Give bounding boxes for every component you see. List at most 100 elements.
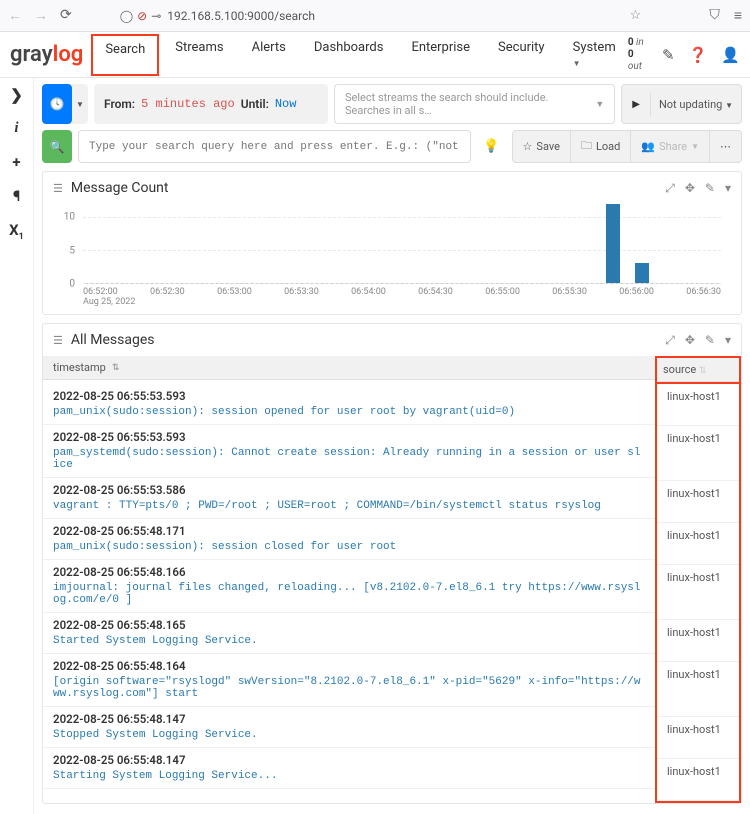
log-source-cell: linux-host1 (657, 565, 739, 620)
log-source-cell: linux-host1 (657, 481, 739, 523)
x-tick: 06:53:00 (217, 287, 252, 297)
browser-toolbar: ← → ⟳ ◯ ⊘ ⊸ 192.168.5.100:9000/search ☆ … (0, 0, 750, 32)
chevron-down-icon: ▼ (595, 99, 604, 110)
chart-bar[interactable] (635, 263, 649, 283)
left-rail: ❯ i + ¶ X1 (0, 78, 34, 814)
shield-icon[interactable]: ◯ (120, 9, 133, 23)
log-timestamp: 2022-08-25 06:55:48.147 (53, 753, 645, 767)
lock-broken-icon[interactable]: ⊘ (137, 9, 147, 23)
widget-title: All Messages (71, 332, 665, 348)
forward-icon[interactable]: → (34, 7, 48, 24)
help-icon[interactable]: ❓ (689, 46, 708, 64)
widget-caret-icon[interactable]: ▾ (725, 181, 731, 196)
log-row[interactable]: 2022-08-25 06:55:48.165Started System Lo… (43, 613, 655, 654)
fullscreen-icon[interactable]: ✥ (685, 181, 695, 196)
log-row[interactable]: 2022-08-25 06:55:48.147 Starting System L… (43, 748, 655, 789)
log-source-cell: linux-host1 (657, 759, 739, 801)
log-message: Stopped System Logging Service. (53, 729, 645, 741)
logo[interactable]: graylog (10, 42, 83, 67)
tab-alerts[interactable]: Alerts (240, 34, 298, 76)
menu-icon[interactable]: ≡ (734, 7, 742, 24)
log-row[interactable]: 2022-08-25 06:55:48.171pam_unix(sudo:ses… (43, 519, 655, 560)
log-source-cell: linux-host1 (657, 384, 739, 426)
user-icon[interactable]: 👤 (721, 46, 740, 64)
tab-security[interactable]: Security (486, 34, 557, 76)
focus-icon[interactable]: ⤢ (665, 181, 675, 196)
x-tick: 06:53:30 (284, 287, 319, 297)
edit-icon[interactable]: ✎ (662, 46, 675, 64)
tab-dashboards[interactable]: Dashboards (302, 34, 396, 76)
action-group: ☆Save 🗀Load 👥Share▼ ⋯ (512, 130, 742, 163)
edit-widget-icon[interactable]: ✎ (705, 181, 715, 196)
paragraph-icon[interactable]: ¶ (13, 187, 20, 205)
log-source-cell: linux-host1 (657, 426, 739, 481)
x-tick: 06:52:00 (83, 287, 118, 297)
log-row[interactable]: 2022-08-25 06:55:48.164 [origin software=… (43, 654, 655, 707)
chevron-right-icon[interactable]: ❯ (10, 86, 23, 104)
tab-search[interactable]: Search (91, 34, 159, 76)
update-button[interactable]: ▶ Not updating ▼ (621, 84, 742, 124)
col-timestamp[interactable]: timestamp⇅ (43, 356, 655, 379)
more-button[interactable]: ⋯ (710, 131, 741, 162)
back-icon[interactable]: ← (8, 7, 22, 24)
save-button[interactable]: ☆Save (513, 131, 571, 162)
x-tick: 06:54:00 (351, 287, 386, 297)
shield-outline-icon[interactable]: ⛉ (709, 7, 720, 24)
drag-handle-icon[interactable]: ☰ (53, 182, 63, 195)
reload-icon[interactable]: ⟳ (60, 7, 72, 24)
search-button[interactable]: 🔍 (42, 130, 72, 163)
star-icon[interactable]: ☆ (630, 8, 642, 23)
y-tick: 0 (69, 279, 75, 290)
y-tick: 10 (64, 212, 75, 223)
fullscreen-icon[interactable]: ✥ (685, 333, 695, 348)
key-icon[interactable]: ⊸ (151, 9, 161, 23)
time-caret[interactable]: ▼ (72, 84, 88, 124)
x-tick: 06:55:30 (552, 287, 587, 297)
log-timestamp: 2022-08-25 06:55:48.165 (53, 618, 645, 632)
log-timestamp: 2022-08-25 06:55:48.171 (53, 524, 645, 538)
log-message: Starting System Logging Service... (53, 770, 645, 782)
tab-system[interactable]: System (561, 34, 628, 76)
widget-all-messages: ☰ All Messages ⤢ ✥ ✎ ▾ timestamp⇅ (42, 323, 742, 804)
subscript-icon[interactable]: X1 (9, 221, 24, 242)
time-range[interactable]: From: 5 minutes ago Until: Now (94, 84, 328, 124)
log-message: vagrant : TTY=pts/0 ; PWD=/root ; USER=r… (53, 500, 645, 512)
tab-streams[interactable]: Streams (163, 34, 235, 76)
log-row[interactable]: 2022-08-25 06:55:53.593pam_systemd(sudo:… (43, 425, 655, 478)
load-button[interactable]: 🗀Load (571, 131, 631, 162)
query-input[interactable] (78, 130, 471, 163)
plus-icon[interactable]: + (12, 153, 20, 171)
log-row[interactable]: 2022-08-25 06:55:53.593pam_unix(sudo:ses… (43, 384, 655, 425)
col-source[interactable]: source ⇅ (657, 358, 739, 381)
chevron-down-icon: ▼ (725, 101, 733, 110)
log-source-cell: linux-host1 (657, 717, 739, 759)
share-button[interactable]: 👥Share▼ (631, 131, 710, 162)
widget-title: Message Count (71, 180, 665, 196)
nav-tabs: Search Streams Alerts Dashboards Enterpr… (91, 34, 627, 76)
edit-widget-icon[interactable]: ✎ (705, 333, 715, 348)
chart: 0510 06:52:0006:52:3006:53:0006:53:3006:… (43, 204, 741, 314)
widget-caret-icon[interactable]: ▾ (725, 333, 731, 348)
log-timestamp: 2022-08-25 06:55:48.164 (53, 659, 645, 673)
app-header: graylog Search Streams Alerts Dashboards… (0, 32, 750, 78)
bulb-icon[interactable]: 💡 (477, 139, 505, 154)
log-timestamp: 2022-08-25 06:55:48.147 (53, 712, 645, 726)
url-text[interactable]: 192.168.5.100:9000/search (167, 9, 315, 23)
log-timestamp: 2022-08-25 06:55:53.586 (53, 483, 645, 497)
tab-enterprise[interactable]: Enterprise (399, 34, 482, 76)
y-tick: 5 (69, 245, 75, 256)
stream-select[interactable]: Select streams the search should include… (334, 84, 615, 124)
log-row[interactable]: 2022-08-25 06:55:48.166imjournal: journa… (43, 560, 655, 613)
log-row[interactable]: 2022-08-25 06:55:53.586 vagrant : TTY=pts… (43, 478, 655, 519)
focus-icon[interactable]: ⤢ (665, 333, 675, 348)
play-icon[interactable]: ▶ (622, 93, 651, 116)
time-icon-button[interactable]: 🕓 (42, 84, 72, 124)
log-message: imjournal: journal files changed, reload… (53, 582, 645, 606)
info-icon[interactable]: i (14, 120, 18, 137)
log-source-cell: linux-host1 (657, 662, 739, 717)
x-tick: 06:54:30 (418, 287, 453, 297)
log-row[interactable]: 2022-08-25 06:55:48.147 Stopped System Lo… (43, 707, 655, 748)
drag-handle-icon[interactable]: ☰ (53, 334, 63, 347)
chart-bar[interactable] (606, 204, 620, 283)
log-message: [origin software="rsyslogd" swVersion="8… (53, 676, 645, 700)
